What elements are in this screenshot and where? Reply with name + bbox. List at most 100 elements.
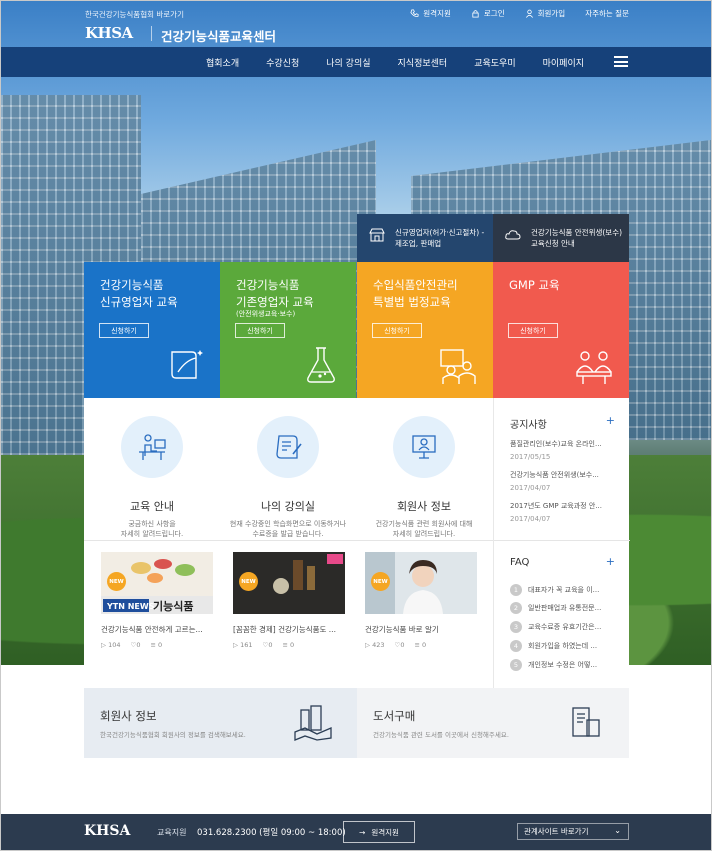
lock-icon — [472, 10, 479, 18]
feature-desc: 현재 수강중인 학습화면으로 이동하거나 — [229, 520, 347, 528]
member-info-banner[interactable]: 회원사 정보 한국건강기능식품협회 회원사의 정보를 검색해보세요. — [84, 688, 357, 758]
new-business-notice[interactable]: 신규영업자(허가·신고절차) -제조업, 판매업 — [357, 214, 493, 262]
faq-item[interactable]: 1 대표자가 꼭 교육을 이... — [510, 584, 620, 596]
faq-number: 2 — [510, 602, 522, 614]
flask-icon — [307, 347, 335, 383]
tile-subtitle: (안전위생교육·보수) — [236, 310, 296, 318]
notice-item[interactable]: 건강기능식품 안전위생(보수... — [510, 470, 618, 480]
main-nav: 협회소개 수강신청 나의 강의실 지식정보센터 교육도우미 마이페이지 — [1, 47, 711, 77]
comment-count: ≡ 0 — [150, 641, 162, 649]
person-icon — [525, 9, 533, 18]
hygiene-education-notice[interactable]: 건강기능식품 안전위생(보수)교육신청 안내 — [493, 214, 629, 262]
tile-title: 건강기능식품 — [100, 278, 164, 292]
notice-date: 2017/04/07 — [510, 515, 551, 523]
faq-item[interactable]: 5 개인정보 수정은 어떻... — [510, 659, 620, 671]
feature-title: 나의 강의실 — [260, 500, 316, 513]
faq-more-icon[interactable]: + — [606, 555, 615, 568]
play-count-value: 161 — [240, 641, 253, 649]
tile-existing-business-education[interactable]: 건강기능식품 기존영업자 교육 (안전위생교육·보수) 신청하기 — [220, 262, 356, 398]
comment-count: ≡ 0 — [282, 641, 294, 649]
login-link[interactable]: 로그인 — [471, 8, 505, 19]
faq-item[interactable]: 4 회원가입을 하였는데 ... — [510, 640, 620, 652]
play-count: ▷ 423 — [365, 641, 385, 649]
top-bar: 한국건강기능식품협회 바로가기 원격지원 로그인 회원가입 자주하는 질문 KH… — [1, 0, 711, 47]
faq-item[interactable]: 3 교육수료증 유효기간은... — [510, 621, 620, 633]
faq-title[interactable]: FAQ — [510, 557, 529, 568]
nav-item-about[interactable]: 협회소개 — [206, 56, 239, 69]
faq-text: 회원가입을 하였는데 ... — [528, 642, 598, 650]
khsa-logo[interactable]: KHSA — [85, 24, 133, 42]
chevron-down-icon: ⌄ — [614, 826, 621, 835]
new-badge: NEW — [371, 572, 390, 591]
nav-item-help[interactable]: 교육도우미 — [474, 56, 515, 69]
feature-title: 회원사 정보 — [396, 500, 452, 513]
faq-text: 일반판매업과 유통전문... — [528, 604, 602, 612]
store-icon — [369, 228, 385, 249]
video-title[interactable]: 건강기능식품 안전하게 고르는... — [101, 624, 213, 635]
svg-text:YTN NEWS: YTN NEWS — [106, 602, 155, 611]
faq-text: 대표자가 꼭 교육을 이... — [528, 586, 600, 594]
faq-text: 개인정보 수정은 어떻... — [528, 661, 598, 669]
tile-gmp-education[interactable]: GMP 교육 신청하기 — [493, 262, 629, 398]
comment-count-value: 0 — [158, 641, 163, 649]
nav-item-knowledge-center[interactable]: 지식정보센터 — [398, 56, 448, 69]
nav-item-my-classroom[interactable]: 나의 강의실 — [326, 56, 370, 69]
site-name[interactable]: 건강기능식품교육센터 — [161, 26, 276, 45]
video-card[interactable]: NEW 건강기능식품 바로 알기 ▷ 423 ♡0 ≡ 0 — [365, 552, 477, 649]
notice-more-icon[interactable]: + — [606, 414, 615, 427]
video-card[interactable]: NEW [꼼꼼한 경제] 건강기능식품도 ... ▷ 161 ♡0 ≡ 0 — [233, 552, 345, 649]
side-divider — [494, 540, 630, 541]
like-count-value: 0 — [136, 641, 141, 649]
feature-member-info[interactable]: 회원사 정보 건강기능식품 관련 회원사에 대해 자세히 알려드립니다. — [356, 416, 492, 539]
banner-title: 도서구매 — [373, 709, 416, 723]
receipt-card-icon — [572, 707, 600, 737]
video-title[interactable]: [꼼꼼한 경제] 건강기능식품도 ... — [233, 624, 345, 635]
like-count: ♡0 — [263, 641, 273, 649]
notice-item[interactable]: 2017년도 GMP 교육과정 안... — [510, 501, 618, 511]
notice-date: 2017/04/07 — [510, 484, 551, 492]
faq-text: 교육수료증 유효기간은... — [528, 623, 602, 631]
side-panel: 공지사항 + 품질관리인(보수)교육 온라인... 2017/05/15 건강기… — [493, 398, 630, 688]
document-pen-icon — [257, 416, 319, 478]
notice-item[interactable]: 품질관리인(보수)교육 온라인... — [510, 439, 618, 449]
footer: KHSA 교육지원 031.628.2300 (평일 09:00 ~ 18:00… — [1, 814, 711, 850]
related-sites-select[interactable]: 관계사이트 바로가기 ⌄ — [517, 823, 629, 840]
new-badge: NEW — [239, 572, 258, 591]
support-label: 교육지원 — [157, 828, 187, 837]
tile-title: 신규영업자 교육 — [100, 294, 178, 309]
signup-link[interactable]: 회원가입 — [525, 8, 565, 19]
menu-icon[interactable] — [614, 56, 628, 67]
list-icon: ≡ — [414, 641, 420, 649]
login-label: 로그인 — [483, 9, 505, 18]
nav-item-mypage[interactable]: 마이페이지 — [543, 56, 584, 69]
apply-button[interactable]: 신청하기 — [508, 323, 558, 338]
comment-count-value: 0 — [290, 641, 295, 649]
apply-button[interactable]: 신청하기 — [99, 323, 149, 338]
apply-button[interactable]: 신청하기 — [372, 323, 422, 338]
feature-my-classroom[interactable]: 나의 강의실 현재 수강중인 학습화면으로 이동하거나 수료증을 발급 받습니다. — [220, 416, 356, 539]
remote-support-link[interactable]: 원격지원 — [410, 8, 451, 19]
related-sites-label: 관계사이트 바로가기 — [524, 827, 589, 836]
video-card[interactable]: YTN NEWS 기능식품 NEW 건강기능식품 안전하게 고르는... ▷ 1… — [101, 552, 213, 649]
banner-title: 회원사 정보 — [100, 709, 157, 723]
tile-new-business-education[interactable]: 건강기능식품신규영업자 교육 신청하기 — [84, 262, 220, 398]
notice-date: 2017/05/15 — [510, 453, 551, 461]
book-purchase-banner[interactable]: 도서구매 건강기능식품 관련 도서를 이곳에서 신청해주세요. — [357, 688, 629, 758]
remote-support-button-label: 원격지원 — [371, 827, 399, 837]
video-title[interactable]: 건강기능식품 바로 알기 — [365, 624, 477, 635]
feature-desc: 궁금하신 사항을 — [128, 520, 176, 528]
tile-import-food-safety-education[interactable]: 수입식품안전관리 특별법 법정교육 신청하기 — [357, 262, 493, 398]
apply-button[interactable]: 신청하기 — [235, 323, 285, 338]
feature-education-guide[interactable]: 교육 안내 궁금하신 사항을 자세히 알려드립니다. — [84, 416, 220, 539]
video-thumbnail[interactable]: NEW — [233, 552, 345, 614]
video-thumbnail[interactable]: NEW — [365, 552, 477, 614]
notice-title[interactable]: 공지사항 — [510, 416, 547, 431]
org-link[interactable]: 한국건강기능식품협회 바로가기 — [85, 9, 184, 20]
svg-text:기능식품: 기능식품 — [153, 599, 193, 613]
faq-link[interactable]: 자주하는 질문 — [585, 8, 629, 19]
video-thumbnail[interactable]: YTN NEWS 기능식품 NEW — [101, 552, 213, 614]
nav-item-enroll[interactable]: 수강신청 — [266, 56, 299, 69]
tile-title: GMP 교육 — [509, 278, 560, 292]
remote-support-button[interactable]: → 원격지원 — [343, 821, 415, 843]
faq-item[interactable]: 2 일반판매업과 유통전문... — [510, 602, 620, 614]
